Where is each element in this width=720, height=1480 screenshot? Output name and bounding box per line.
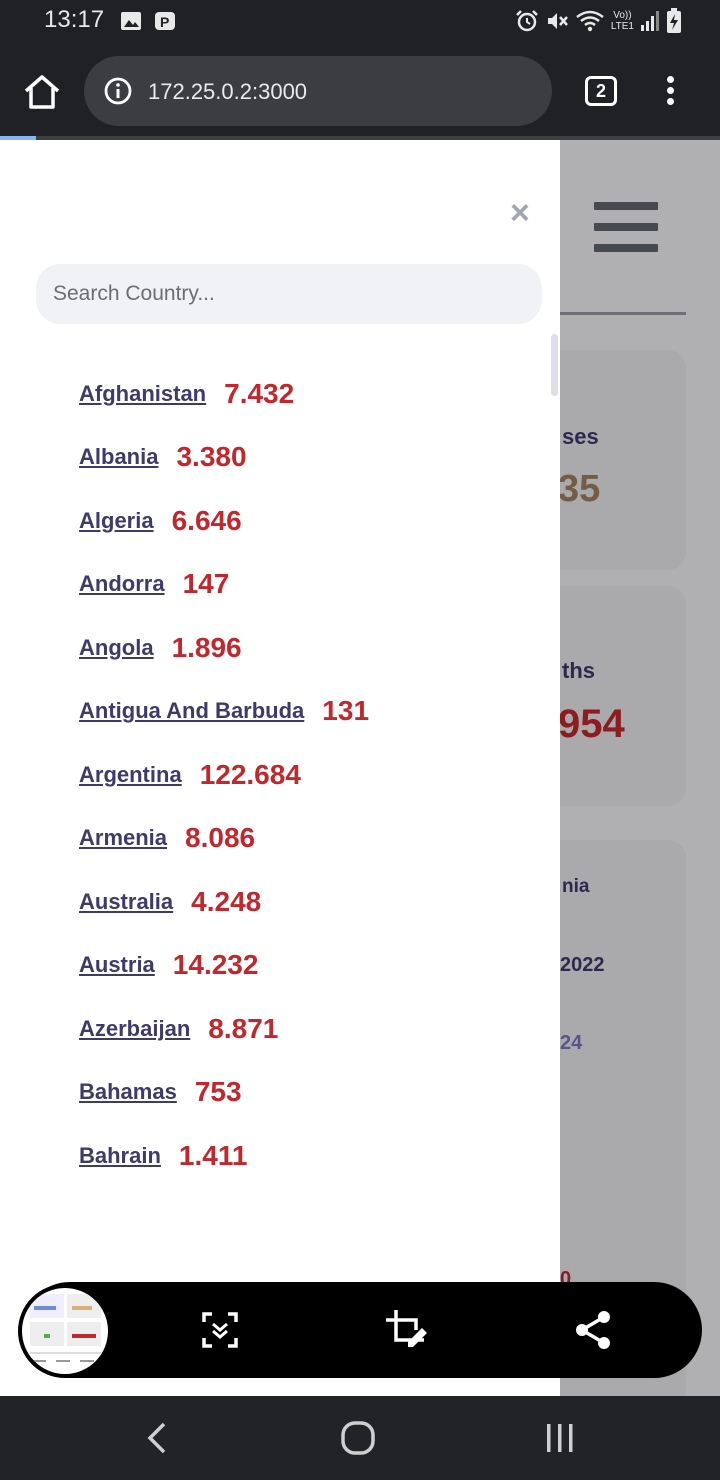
thumbnail-preview-icon [30,1294,102,1362]
country-drawer: × Afghanistan 7.432 Albania 3.380 Algeria 6.6… [0,140,560,1396]
country-link[interactable]: Bahrain [79,1143,161,1169]
status-time: 13:17 [44,6,105,33]
country-link[interactable]: Angola [79,635,154,661]
country-count: 147 [182,568,230,600]
country-count: 1.896 [171,631,242,663]
country-list-item: Australia 4.248 [79,870,549,934]
country-count: 8.086 [185,822,256,854]
home-circle-icon[interactable] [338,1418,378,1458]
country-count: 3.380 [176,441,247,473]
volte-bottom-text: LTE1 [610,21,634,32]
country-link[interactable]: Antigua And Barbuda [79,698,304,724]
mute-icon [547,13,568,29]
country-list-item: Angola 1.896 [79,616,549,680]
wifi-icon [576,10,604,32]
signal-icon [641,11,659,31]
country-count: 753 [194,1076,242,1108]
country-link[interactable]: Bahamas [79,1079,177,1105]
country-list-item: Albania 3.380 [79,426,549,490]
search-country-input[interactable] [36,264,542,324]
back-icon[interactable] [138,1418,178,1458]
more-vert-icon[interactable] [660,74,680,110]
country-list-item: Andorra 147 [79,553,549,617]
country-count: 8.871 [208,1012,279,1044]
country-list-item: Austria 14.232 [79,934,549,998]
crop-edit-icon[interactable] [384,1308,428,1352]
url-bar[interactable]: 172.25.0.2:3000 [84,56,552,126]
country-count: 7.432 [224,377,295,409]
close-icon[interactable]: × [510,196,530,230]
web-page: ses 35 ths 954 nia 2022 24 0 × Afghanist… [0,140,720,1396]
share-icon[interactable] [572,1308,616,1352]
country-list: Afghanistan 7.432 Albania 3.380 Algeria 6.646… [79,362,549,1188]
url-text[interactable]: 172.25.0.2:3000 [148,79,307,105]
country-count: 122.684 [199,758,301,790]
country-count: 1.411 [178,1139,248,1171]
country-link[interactable]: Australia [79,889,173,915]
country-link[interactable]: Azerbaijan [79,1016,190,1042]
country-count: 4.248 [191,885,262,917]
country-count: 14.232 [172,949,259,981]
alarm-icon [515,10,538,32]
country-list-item: Azerbaijan 8.871 [79,997,549,1061]
svg-text:P: P [160,14,169,30]
country-link[interactable]: Algeria [79,508,154,534]
country-link[interactable]: Argentina [79,762,182,788]
country-list-item: Armenia 8.086 [79,807,549,871]
country-list-item: Antigua And Barbuda 131 [79,680,549,744]
volte-label: Vo)) LTE1 [611,10,634,32]
country-link[interactable]: Albania [79,444,158,470]
screenshot-thumbnail[interactable] [18,1284,112,1378]
scroll-capture-icon[interactable] [198,1308,242,1352]
country-list-item: Bahamas 753 [79,1061,549,1125]
country-count: 131 [322,695,370,727]
country-link[interactable]: Andorra [79,571,165,597]
volte-top-text: Vo)) [613,10,632,21]
country-list-item: Afghanistan 7.432 [79,362,549,426]
country-list-item: Algeria 6.646 [79,489,549,553]
home-icon[interactable] [22,74,62,110]
parking-app-icon: P [155,12,175,30]
country-count: 6.646 [171,504,242,536]
gallery-icon [121,12,141,30]
tab-switcher-button[interactable]: 2 [585,76,617,106]
country-list-item: Bahrain 1.411 [79,1124,549,1188]
country-link[interactable]: Afghanistan [79,381,206,407]
country-link[interactable]: Austria [79,952,155,978]
status-bar: 13:17 P Vo)) LTE1 [0,0,720,44]
drawer-scrollbar[interactable] [551,334,558,396]
country-list-item: Argentina 122.684 [79,743,549,807]
battery-icon [667,8,681,33]
info-icon[interactable] [104,77,132,105]
system-navigation-bar [0,1396,720,1480]
recents-icon[interactable] [540,1418,580,1458]
country-link[interactable]: Armenia [79,825,167,851]
browser-toolbar: 172.25.0.2:3000 2 [0,44,720,136]
